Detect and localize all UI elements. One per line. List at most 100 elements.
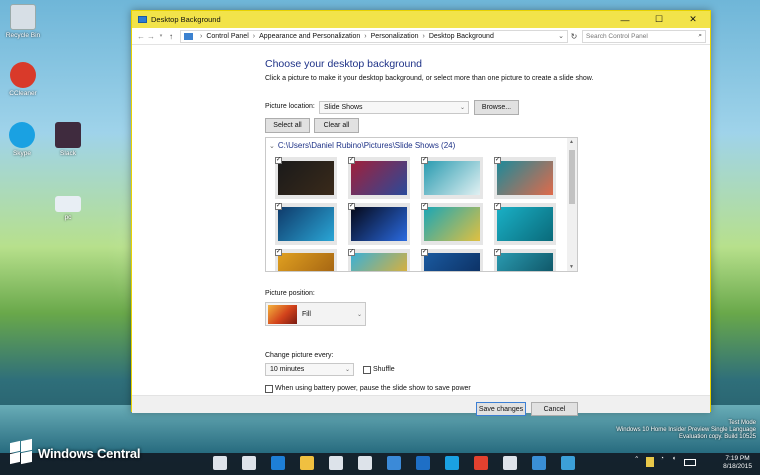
recent-dropdown-icon[interactable]: ▾ bbox=[156, 33, 166, 39]
address-bar[interactable]: › Control Panel › Appearance and Persona… bbox=[180, 29, 568, 43]
breadcrumb-personalization[interactable]: Personalization bbox=[371, 33, 419, 40]
shuffle-checkbox[interactable] bbox=[363, 366, 371, 374]
browse-button[interactable]: Browse... bbox=[474, 100, 519, 115]
interval-select[interactable]: 10 minutes ⌄ bbox=[265, 363, 354, 376]
window-title: Desktop Background bbox=[151, 15, 221, 24]
maximize-button[interactable]: ☐ bbox=[642, 11, 676, 28]
thumbnail-tile[interactable]: ✓ bbox=[494, 249, 556, 271]
folder-path: C:\Users\Daniel Rubino\Pictures\Slide Sh… bbox=[277, 141, 456, 150]
thumbnail-tile[interactable]: ✓ bbox=[421, 203, 483, 245]
volume-icon[interactable]: ◖ bbox=[672, 455, 676, 462]
battery-icon[interactable] bbox=[684, 459, 696, 466]
thumbnail-checkbox[interactable]: ✓ bbox=[275, 203, 282, 210]
thumbnail-tile[interactable]: ✓ bbox=[348, 203, 410, 245]
test-mode-watermark: Test Mode Windows 10 Home Insider Previe… bbox=[616, 420, 756, 441]
thumbnail-tile[interactable]: ✓ bbox=[494, 157, 556, 199]
picture-location-label: Picture location: bbox=[265, 103, 315, 110]
clear-all-button[interactable]: Clear all bbox=[314, 118, 359, 133]
control-panel-icon bbox=[184, 32, 193, 40]
thumbnail-checkbox[interactable]: ✓ bbox=[348, 157, 355, 164]
thumbnail-tile[interactable]: ✓ bbox=[275, 203, 337, 245]
system-tray-chevron-icon[interactable]: ⌃ bbox=[634, 455, 639, 463]
minimize-button[interactable]: — bbox=[608, 11, 642, 28]
folder-header[interactable]: ⌄ C:\Users\Daniel Rubino\Pictures\Slide S… bbox=[269, 141, 455, 150]
refresh-icon[interactable]: ↻ bbox=[568, 32, 580, 41]
desktop-icon-label: Recycle Bin bbox=[5, 32, 41, 39]
title-bar[interactable]: Desktop Background — ☐ ✕ bbox=[132, 11, 710, 28]
address-dropdown-icon[interactable]: ⌄ bbox=[558, 32, 564, 40]
scroll-down-icon[interactable]: ▼ bbox=[569, 264, 574, 270]
thumbnail-checkbox[interactable]: ✓ bbox=[421, 203, 428, 210]
file-explorer-icon[interactable] bbox=[300, 456, 314, 470]
breadcrumb-control-panel[interactable]: Control Panel bbox=[206, 33, 248, 40]
desktop-icon-recycle-bin[interactable]: Recycle Bin bbox=[1, 4, 45, 39]
chrome-icon[interactable] bbox=[474, 456, 488, 470]
back-arrow-icon[interactable]: ← bbox=[136, 32, 146, 41]
notification-icon[interactable] bbox=[646, 457, 654, 467]
battery-pause-checkbox[interactable] bbox=[265, 385, 273, 393]
settings-icon[interactable] bbox=[503, 456, 517, 470]
desktop-icon-pc[interactable]: pc bbox=[46, 190, 90, 221]
thumbnail-checkbox[interactable]: ✓ bbox=[421, 249, 428, 256]
thumbnail-checkbox[interactable]: ✓ bbox=[348, 203, 355, 210]
scrollbar-thumb[interactable] bbox=[569, 150, 575, 204]
desktop-icon-slack[interactable]: Slack bbox=[46, 122, 90, 157]
thumbnail-checkbox[interactable]: ✓ bbox=[494, 249, 501, 256]
page-description: Click a picture to make it your desktop … bbox=[265, 75, 594, 82]
skype-icon[interactable] bbox=[445, 456, 459, 470]
taskbar-clock[interactable]: 7:19 PM 8/18/2015 bbox=[723, 455, 752, 471]
thumbnail-tile[interactable]: ✓ bbox=[494, 203, 556, 245]
breadcrumb-separator-icon: › bbox=[200, 32, 203, 40]
desktop-icon-skype[interactable]: Skype bbox=[0, 122, 44, 157]
thumbnail-tile[interactable]: ✓ bbox=[275, 249, 337, 271]
picture-location-select[interactable]: Slide Shows ⌄ bbox=[319, 101, 469, 114]
scroll-up-icon[interactable]: ▲ bbox=[569, 139, 574, 145]
thumbnail-checkbox[interactable]: ✓ bbox=[494, 157, 501, 164]
thumbnail-image bbox=[497, 207, 553, 241]
close-button[interactable]: ✕ bbox=[676, 11, 710, 28]
edge-icon[interactable] bbox=[271, 456, 285, 470]
thumbnail-checkbox[interactable]: ✓ bbox=[275, 249, 282, 256]
breadcrumb-separator-icon: › bbox=[252, 32, 256, 40]
desktop-background-window: Desktop Background — ☐ ✕ ← → ▾ ↑ › Contr… bbox=[131, 10, 711, 416]
change-picture-label: Change picture every: bbox=[265, 352, 334, 359]
thumbnail-tile[interactable]: ✓ bbox=[348, 157, 410, 199]
select-all-button[interactable]: Select all bbox=[265, 118, 310, 133]
thumbnail-image bbox=[278, 253, 334, 271]
store-icon[interactable] bbox=[329, 456, 343, 470]
forward-arrow-icon[interactable]: → bbox=[146, 32, 156, 41]
desktop-icon-label: Skype bbox=[12, 150, 32, 157]
mail-icon[interactable] bbox=[358, 456, 372, 470]
thumbnail-tile[interactable]: ✓ bbox=[348, 249, 410, 271]
recycle-bin-icon bbox=[10, 4, 36, 30]
search-input[interactable]: Search Control Panel ⌕ bbox=[582, 29, 706, 43]
desktop-icon-ccleaner[interactable]: CCleaner bbox=[1, 62, 45, 97]
calendar-icon[interactable] bbox=[416, 456, 430, 470]
breadcrumb-appearance[interactable]: Appearance and Personalization bbox=[259, 33, 360, 40]
weather-icon[interactable] bbox=[532, 456, 546, 470]
up-arrow-icon[interactable]: ↑ bbox=[166, 32, 176, 41]
thumbnail-checkbox[interactable]: ✓ bbox=[421, 157, 428, 164]
chevron-down-icon: ⌄ bbox=[269, 143, 275, 150]
thumbnail-image bbox=[424, 161, 480, 195]
save-changes-button[interactable]: Save changes bbox=[476, 402, 526, 416]
gallery-scrollbar[interactable]: ▲ ▼ bbox=[567, 138, 577, 271]
network-icon[interactable]: ◔ bbox=[660, 455, 664, 462]
thumbnail-checkbox[interactable]: ✓ bbox=[494, 203, 501, 210]
breadcrumb-separator-icon: › bbox=[422, 32, 425, 40]
task-view-icon[interactable] bbox=[242, 456, 256, 470]
thumbnail-image bbox=[424, 253, 480, 271]
thumbnail-tile[interactable]: ✓ bbox=[275, 157, 337, 199]
footer-bar: Save changes Cancel bbox=[132, 395, 710, 416]
cancel-button[interactable]: Cancel bbox=[531, 402, 578, 416]
thumbnail-checkbox[interactable]: ✓ bbox=[348, 249, 355, 256]
picture-position-select[interactable]: Fill ⌄ bbox=[265, 302, 366, 326]
thumbnail-checkbox[interactable]: ✓ bbox=[275, 157, 282, 164]
control-panel-icon[interactable] bbox=[561, 456, 575, 470]
photos-icon[interactable] bbox=[387, 456, 401, 470]
main-content: Choose your desktop background Click a p… bbox=[132, 45, 710, 416]
thumbnail-tile[interactable]: ✓ bbox=[421, 249, 483, 271]
mic-icon[interactable] bbox=[213, 456, 227, 470]
breadcrumb-desktop-background[interactable]: Desktop Background bbox=[429, 33, 494, 40]
thumbnail-tile[interactable]: ✓ bbox=[421, 157, 483, 199]
